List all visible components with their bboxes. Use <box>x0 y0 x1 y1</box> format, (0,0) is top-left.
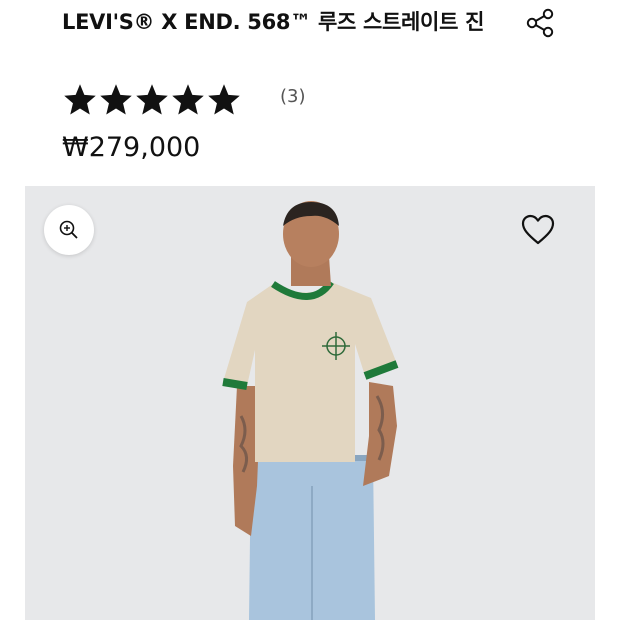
star-icon <box>64 84 96 115</box>
star-icon <box>136 84 168 115</box>
heart-icon <box>521 214 555 245</box>
product-price: ₩279,000 <box>62 132 201 163</box>
zoom-in-icon <box>59 220 78 239</box>
product-image <box>25 186 595 620</box>
review-count-link[interactable]: (3) <box>280 86 306 107</box>
share-icon <box>526 8 554 38</box>
star-icon <box>208 84 240 115</box>
star-icon <box>100 84 132 115</box>
product-title: LEVI'S® X END. 568™ 루즈 스트레이트 진 <box>62 10 485 34</box>
zoom-button[interactable] <box>44 205 94 255</box>
share-button[interactable] <box>521 4 559 42</box>
wishlist-button[interactable] <box>518 210 558 250</box>
rating-stars <box>62 82 242 118</box>
model-photo <box>222 201 399 620</box>
star-icon <box>172 84 204 115</box>
